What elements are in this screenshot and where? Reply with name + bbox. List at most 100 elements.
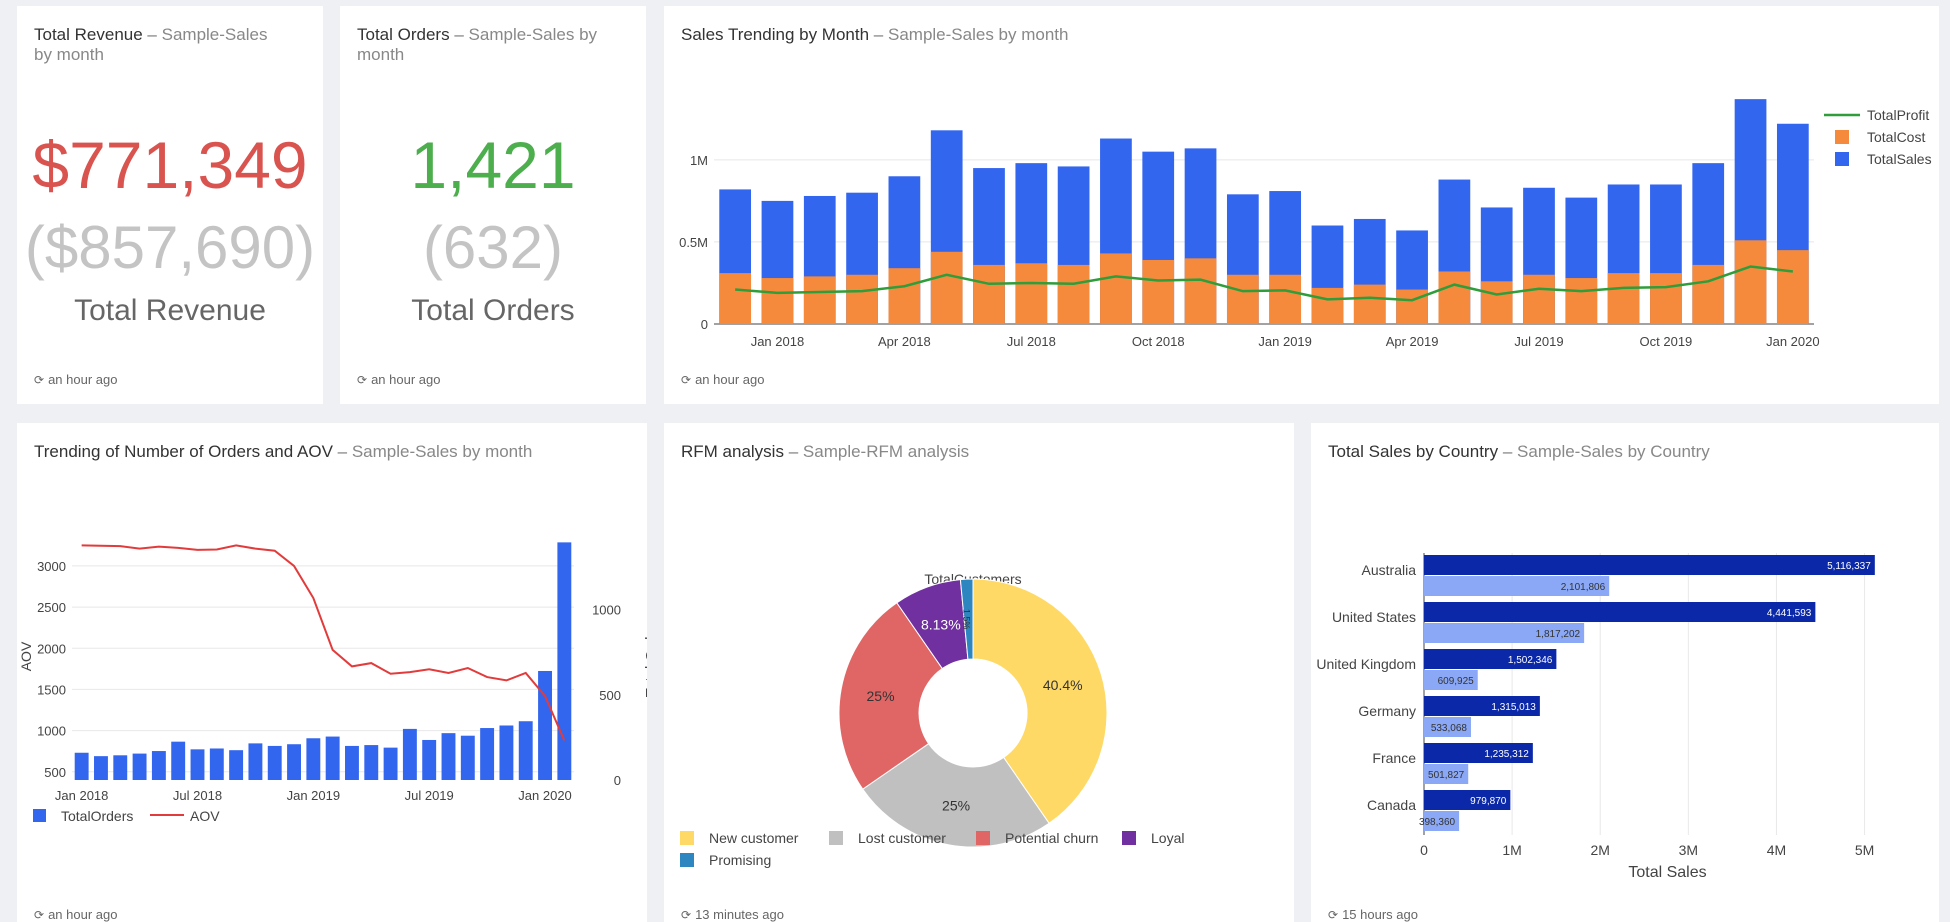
legend-swatch [33, 809, 46, 822]
y-category-label: France [1372, 750, 1416, 766]
bar-totalorders [518, 721, 533, 780]
orders-aov-card[interactable]: Trending of Number of Orders and AOV – S… [17, 423, 647, 922]
bar-totalorders [248, 743, 263, 780]
bar-value-label: 5,116,337 [1827, 561, 1871, 572]
bar-totalorders [229, 750, 244, 780]
legend-label: TotalCost [1867, 129, 1925, 145]
kpi-previous-value: (632) [422, 214, 564, 281]
total-orders-card[interactable]: Total Orders – Sample-Sales by month 1,4… [340, 6, 646, 404]
legend-label: TotalProfit [1867, 107, 1929, 123]
bar-totalorders [364, 745, 379, 780]
last-updated: ⟳ 15 hours ago [1328, 907, 1418, 922]
y-tick-label: 0 [701, 317, 708, 332]
bar-totalorders [171, 741, 186, 780]
kpi-label: Total Orders [411, 294, 575, 327]
bar-totalcost [1100, 253, 1132, 324]
legend-swatch [1835, 152, 1849, 166]
rfm-card[interactable]: RFM analysis – Sample-RFM analysis Total… [664, 423, 1294, 922]
sales-country-card[interactable]: Total Sales by Country – Sample-Sales by… [1311, 423, 1939, 922]
legend-label: Loyal [1151, 830, 1184, 846]
bar-totalcost [1607, 273, 1640, 324]
last-updated: ⟳ an hour ago [34, 907, 118, 922]
y-category-label: United Kingdom [1316, 656, 1416, 672]
bar-totalorders [113, 755, 128, 780]
legend-swatch [976, 831, 990, 845]
y-axis-label: AOV [18, 641, 34, 671]
x-tick-label: Apr 2018 [878, 334, 931, 349]
y-right-axis-label: Total Orders [643, 616, 647, 698]
x-tick-label: Jan 2020 [518, 788, 572, 803]
y-category-label: Australia [1362, 562, 1417, 578]
bar-totalcost [1692, 264, 1725, 324]
y-right-tick-label: 500 [599, 688, 621, 703]
bar-value-label: 609,925 [1438, 676, 1475, 687]
x-tick-label: Apr 2019 [1386, 334, 1439, 349]
x-tick-label: 4M [1767, 842, 1786, 858]
bar-value-label: 979,870 [1470, 796, 1507, 807]
bar-totalorders [441, 733, 456, 780]
card-title: Total Revenue – Sample-Sales by month [34, 25, 268, 64]
total-revenue-card[interactable]: Total Revenue – Sample-Sales by month $7… [17, 6, 323, 404]
x-tick-label: Jan 2019 [287, 788, 341, 803]
legend-label: Lost customer [858, 830, 946, 846]
card-title: Trending of Number of Orders and AOV – S… [34, 442, 533, 461]
bar-totalcost [1650, 273, 1682, 324]
y-category-label: Germany [1358, 703, 1416, 719]
bar-totalorders [538, 670, 552, 780]
line-aov [81, 544, 566, 741]
bar-totalcost [1353, 284, 1386, 324]
x-tick-label: 1M [1502, 842, 1521, 858]
bar-totalcost [846, 274, 878, 324]
x-tick-label: 2M [1590, 842, 1609, 858]
bar-totalorders [151, 751, 166, 780]
y-category-label: Canada [1367, 797, 1416, 813]
legend-label: TotalOrders [61, 808, 133, 824]
bar-value-label: 2,101,806 [1561, 582, 1606, 593]
card-title: Total Orders – Sample-Sales by month [357, 25, 598, 64]
legend-swatch [829, 831, 843, 845]
bar-total-sales [1424, 602, 1816, 622]
legend-label: Potential churn [1005, 830, 1098, 846]
bar-totalcost [761, 278, 794, 324]
bar-totalorders [557, 542, 572, 780]
y-category-label: United States [1332, 609, 1416, 625]
legend-label: TotalSales [1867, 151, 1932, 167]
x-tick-label: Jul 2019 [1514, 334, 1563, 349]
legend-label: New customer [709, 830, 799, 846]
bar-totalcost [1523, 274, 1555, 324]
bar-totalorders [94, 756, 108, 780]
bar-totalcost [1226, 274, 1259, 324]
bar-totalcost [1438, 271, 1471, 324]
y-tick-label: 500 [44, 765, 66, 780]
refresh-icon: ⟳ [1328, 907, 1339, 922]
bar-totalcost [973, 264, 1005, 324]
x-tick-label: Jul 2019 [405, 788, 454, 803]
bar-totalcost [803, 276, 836, 324]
y-tick-label: 1500 [37, 682, 66, 697]
refresh-icon: ⟳ [681, 372, 692, 387]
y-right-tick-label: 0 [614, 773, 621, 788]
bar-totalcost [1396, 289, 1428, 324]
bar-totalcost [1480, 281, 1513, 324]
sales-country-chart: 0 1M 2M 3M 4M 5M Australia 5,116,337 2,101,806 Un… [1316, 553, 1875, 881]
bar-totalcost [888, 268, 921, 324]
bar-value-label: 4,441,593 [1767, 608, 1812, 619]
bar-totalorders [345, 745, 359, 780]
bar-totalcost [719, 273, 752, 324]
bar-value-label: 1,817,202 [1536, 629, 1581, 640]
x-tick-label: Jan 2018 [55, 788, 109, 803]
x-tick-label: Jan 2019 [1258, 334, 1312, 349]
bar-totalorders [267, 745, 282, 780]
slice-label: 25% [942, 797, 970, 813]
bar-totalcost [1311, 287, 1344, 324]
bar-totalcost [1015, 263, 1048, 324]
bar-value-label: 1,315,013 [1491, 702, 1536, 713]
x-tick-label: Oct 2018 [1132, 334, 1185, 349]
bar-value-label: 501,827 [1428, 770, 1465, 781]
sales-trend-card[interactable]: Sales Trending by Month – Sample-Sales b… [664, 6, 1939, 404]
bar-totalorders [190, 749, 205, 780]
slice-label: 8.13% [921, 617, 961, 633]
rfm-donut-chart: TotalCustomers40.4%25%25%8.13%1.5%New cu… [680, 571, 1184, 868]
bar-totalcost [1734, 240, 1767, 324]
y-tick-label: 2000 [37, 641, 66, 656]
